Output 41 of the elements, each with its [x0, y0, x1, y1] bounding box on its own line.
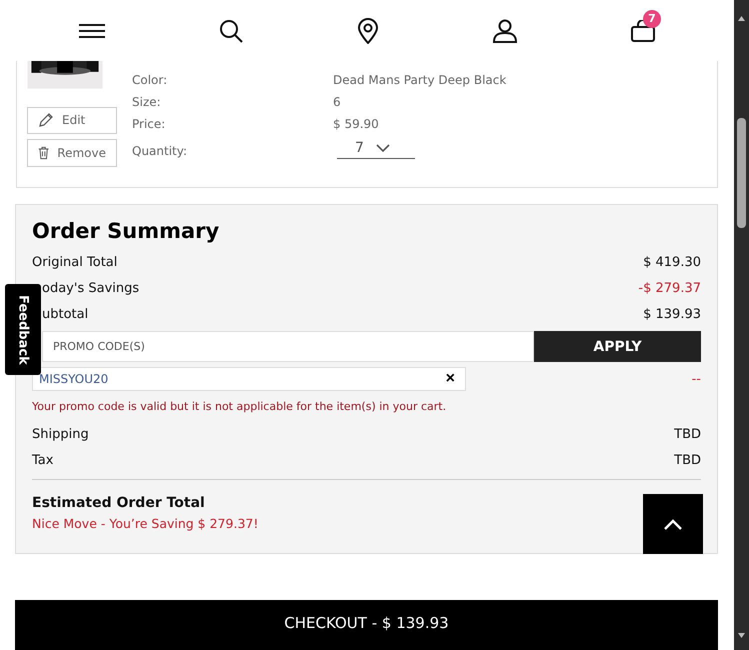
- summary-label: ubtotal: [41, 306, 88, 322]
- detail-label: Color:: [132, 72, 168, 88]
- edit-button[interactable]: Edit: [27, 106, 117, 134]
- pencil-icon: [38, 112, 54, 128]
- summary-label: oday's Savings: [41, 280, 140, 296]
- summary-label: Estimated Order Total: [32, 495, 205, 511]
- scrollbar[interactable]: [734, 0, 749, 650]
- promo-discount: --: [692, 372, 701, 386]
- detail-label: Price:: [132, 116, 166, 132]
- cart-count-badge: 7: [643, 10, 661, 28]
- summary-value: TBD: [674, 426, 701, 442]
- section-title: Order Summary: [32, 219, 220, 243]
- apply-button[interactable]: APPLY: [534, 331, 701, 362]
- user-icon[interactable]: [493, 18, 517, 42]
- summary-value: TBD: [674, 452, 701, 468]
- summary-label: Shipping: [32, 426, 89, 442]
- promo-code: MISSYOU20: [39, 372, 108, 386]
- savings-note: Nice Move - You’re Saving $ 279.37!: [32, 516, 258, 531]
- remove-button[interactable]: Remove: [27, 139, 117, 167]
- trash-icon: [38, 145, 50, 162]
- chevron-down-icon: [376, 144, 390, 152]
- detail-label: Quantity:: [132, 143, 188, 159]
- summary-value: $ 139.93: [643, 306, 701, 322]
- location-pin-icon[interactable]: [357, 18, 379, 44]
- checkout-button[interactable]: CHECKOUT - $ 139.93: [15, 600, 718, 650]
- detail-value: 6: [333, 94, 342, 110]
- search-icon[interactable]: [219, 18, 243, 42]
- summary-label: Original Total: [32, 254, 118, 270]
- summary-value: -$ 279.37: [638, 280, 701, 296]
- detail-value: $ 59.90: [333, 116, 380, 132]
- summary-value: $ 419.30: [643, 254, 701, 270]
- menu-icon[interactable]: [79, 22, 105, 38]
- feedback-tab[interactable]: Feedback: [5, 284, 41, 375]
- summary-label: Tax: [32, 452, 54, 468]
- detail-label: Size:: [132, 94, 162, 110]
- chevron-up-icon: [664, 518, 682, 530]
- promo-message: Your promo code is valid but it is not applicable for the item(s) in your cart.: [32, 400, 448, 413]
- promo-code-field[interactable]: PROMO CODE(S): [42, 331, 534, 362]
- quantity-select[interactable]: 7: [337, 138, 415, 159]
- remove-code-button[interactable]: ×: [442, 370, 459, 388]
- detail-value: Dead Mans Party Deep Black: [333, 72, 506, 88]
